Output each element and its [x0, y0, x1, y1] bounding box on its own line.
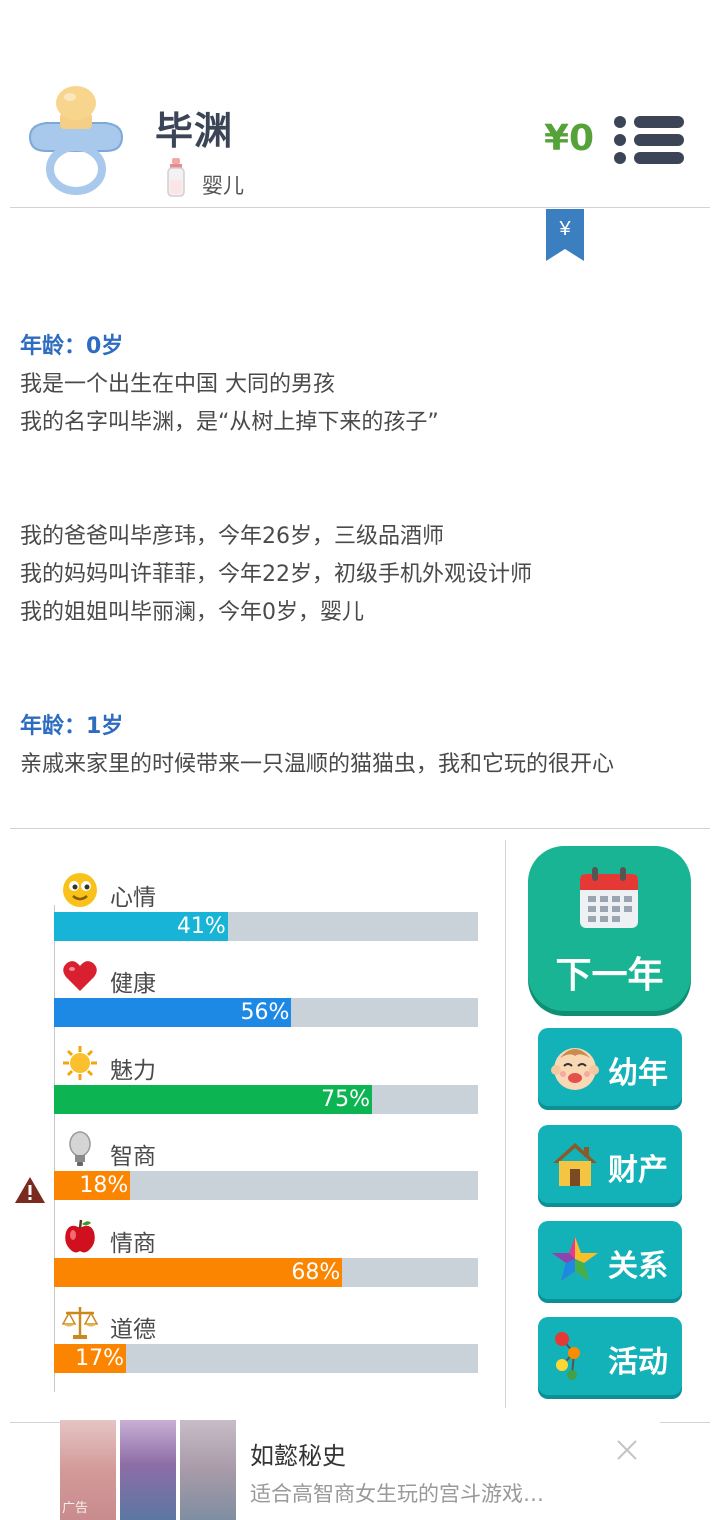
childhood-button[interactable]: 幼年: [538, 1028, 682, 1106]
property-button[interactable]: 财产: [538, 1125, 682, 1203]
stat-fill: 41%: [54, 912, 228, 941]
apple-icon: [65, 1219, 95, 1253]
warning-icon: [15, 1177, 45, 1203]
stat-track: 41%: [54, 912, 478, 941]
story-divider: [10, 828, 710, 829]
menu-bar: [634, 152, 684, 164]
stat-percent: 18%: [79, 1173, 129, 1198]
ad-thumbnail[interactable]: 广告: [60, 1420, 116, 1520]
stat-percent: 68%: [291, 1260, 341, 1285]
story-line: 我的名字叫毕渊，是“从树上掉下来的孩子”: [20, 410, 439, 435]
childhood-label: 幼年: [608, 1056, 668, 1091]
menu-dot: [614, 134, 626, 146]
stat-label: 健康: [110, 971, 156, 997]
ad-thumbnail[interactable]: [120, 1420, 176, 1520]
stat-mood: 心情 41%: [54, 872, 478, 948]
activities-button[interactable]: 活动: [538, 1317, 682, 1395]
stat-morality: 道德 17%: [54, 1304, 478, 1380]
ad-divider: [10, 1422, 60, 1423]
money-bookmark-icon[interactable]: ¥: [546, 209, 584, 261]
stat-percent: 41%: [176, 914, 226, 939]
activities-label: 活动: [608, 1345, 668, 1380]
stat-fill: 17%: [54, 1344, 127, 1373]
stat-percent: 56%: [240, 1000, 290, 1025]
heart-icon: [63, 961, 97, 991]
ad-title[interactable]: 如懿秘史: [250, 1436, 346, 1471]
scale-icon: [62, 1307, 98, 1339]
story-line: 我是一个出生在中国 大同的男孩: [20, 372, 335, 397]
close-icon[interactable]: [615, 1438, 639, 1462]
stat-label: 道德: [110, 1317, 156, 1343]
stat-fill: 56%: [54, 998, 292, 1027]
stat-track: 75%: [54, 1085, 478, 1114]
star-icon: [552, 1237, 598, 1281]
character-name: 毕渊: [155, 109, 234, 153]
next-year-button[interactable]: 下一年: [528, 846, 691, 1011]
stat-iq: 智商 18%: [54, 1131, 478, 1207]
menu-dot: [614, 116, 626, 128]
stats-buttons-divider: [505, 840, 506, 1408]
stat-track: 68%: [54, 1258, 478, 1287]
age-heading: 年龄：1岁: [20, 714, 124, 739]
header-divider: [10, 207, 710, 208]
story-line: 亲戚来家里的时候带来一只温顺的猫猫虫，我和它玩的很开心: [20, 752, 615, 777]
activity-dots-icon: [555, 1332, 580, 1380]
relations-label: 关系: [608, 1249, 668, 1284]
stat-percent: 75%: [321, 1087, 370, 1112]
smiley-icon: [63, 873, 97, 907]
stat-label: 智商: [110, 1144, 156, 1170]
next-year-label: 下一年: [555, 955, 664, 996]
baby-face-icon: [551, 1048, 599, 1090]
story-line: 我的姐姐叫毕丽澜，今年0岁，婴儿: [20, 600, 364, 625]
stat-eq: 情商 68%: [54, 1218, 478, 1294]
pacifier-avatar-icon: [28, 86, 124, 195]
stat-label: 心情: [110, 885, 156, 911]
stat-health: 健康 56%: [54, 958, 478, 1034]
ad-tag: 广告: [62, 1501, 89, 1516]
ad-divider: [660, 1422, 710, 1423]
ad-banner[interactable]: 广告 如懿秘史 适合高智商女生玩的宫斗游戏…: [60, 1420, 660, 1520]
stat-percent: 17%: [75, 1346, 125, 1371]
menu-bar: [634, 134, 684, 146]
menu-dot: [614, 152, 626, 164]
house-icon: [553, 1143, 597, 1186]
ad-thumbnail[interactable]: [180, 1420, 236, 1520]
money-balance: ¥0: [544, 118, 595, 159]
bookmark-symbol: ¥: [558, 218, 571, 240]
story-line: 我的爸爸叫毕彦玮，今年26岁，三级品酒师: [20, 524, 444, 549]
stat-charm: 魅力 75%: [54, 1045, 478, 1121]
stat-label: 魅力: [110, 1058, 156, 1084]
stat-fill: 18%: [54, 1171, 131, 1200]
stat-label: 情商: [110, 1231, 156, 1257]
stat-track: 56%: [54, 998, 478, 1027]
header: 毕渊 婴儿 ¥0: [0, 0, 720, 208]
menu-bar: [634, 116, 684, 128]
story-line: 我的妈妈叫许菲菲，今年22岁，初级手机外观设计师: [20, 562, 532, 587]
stat-fill: 75%: [54, 1085, 372, 1114]
relations-button[interactable]: 关系: [538, 1221, 682, 1299]
page: 毕渊 婴儿 ¥0 ¥ 年龄：0岁 我是一个出生在中国 大同的男孩 我的名字叫毕渊…: [0, 0, 720, 1520]
age-heading: 年龄：0岁: [20, 334, 124, 359]
stat-fill: 68%: [54, 1258, 343, 1287]
life-story-log: 年龄：0岁 我是一个出生在中国 大同的男孩 我的名字叫毕渊，是“从树上掉下来的孩…: [20, 328, 710, 780]
property-label: 财产: [608, 1153, 668, 1188]
sun-icon: [63, 1046, 97, 1080]
ad-description: 适合高智商女生玩的宫斗游戏…: [250, 1482, 544, 1506]
menu-button[interactable]: [612, 112, 684, 168]
stat-track: 18%: [54, 1171, 478, 1200]
baby-bottle-icon: [167, 158, 185, 197]
stat-track: 17%: [54, 1344, 478, 1373]
life-stage-label: 婴儿: [202, 174, 244, 198]
calendar-icon: [580, 867, 638, 928]
lightbulb-icon: [69, 1131, 91, 1166]
